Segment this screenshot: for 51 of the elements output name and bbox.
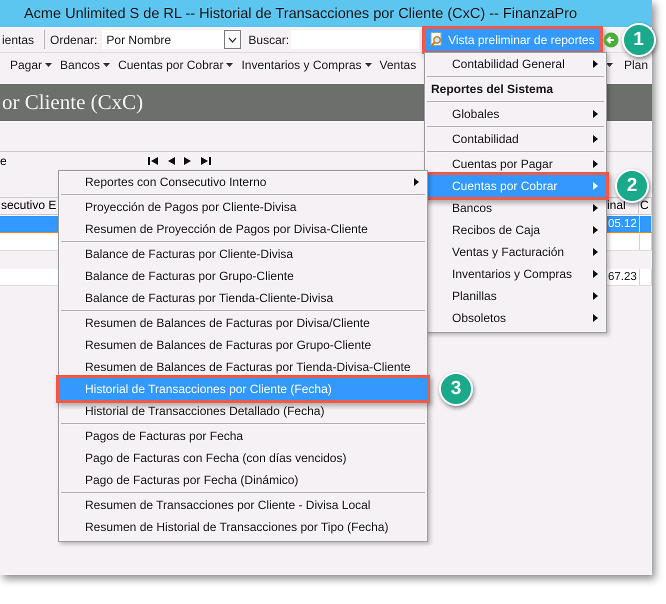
menu-item[interactable]: Historial de Transacciones Detallado (Fecha) bbox=[59, 400, 427, 422]
menu-item[interactable]: Globales bbox=[425, 103, 606, 125]
menu-bar-item[interactable]: Cuentas por Cobrar bbox=[118, 58, 234, 72]
menu-item[interactable]: Resumen de Balances de Facturas por Grupo-Cliente bbox=[59, 334, 427, 356]
menu-item[interactable]: Resumen de Balances de Facturas por Divisa/Cliente bbox=[59, 312, 427, 334]
last-page-icon[interactable] bbox=[200, 157, 211, 165]
menu-item[interactable]: Obsoletos bbox=[425, 307, 606, 329]
menu-item[interactable]: Pagos de Facturas por Fecha bbox=[59, 425, 427, 447]
search-field[interactable] bbox=[291, 30, 420, 49]
dropdown-button[interactable] bbox=[224, 30, 242, 49]
menu-bar-item[interactable]: Inventarios y Compras bbox=[241, 58, 372, 72]
menu-item[interactable]: Ventas y Facturación bbox=[425, 241, 606, 263]
menu-section-header: Reportes del Sistema bbox=[430, 81, 554, 98]
navigator-label: e bbox=[0, 154, 7, 168]
menu-item[interactable]: Balance de Facturas por Cliente-Divisa bbox=[59, 243, 427, 265]
search-label: Buscar: bbox=[248, 32, 290, 46]
report-title: or Cliente (CxC) bbox=[1, 90, 144, 115]
menu-item[interactable]: Cuentas por Pagar bbox=[425, 153, 606, 175]
sort-field[interactable]: Por Nombre bbox=[102, 30, 242, 49]
menu-item[interactable]: Pago de Facturas por Fecha (Dinámico) bbox=[59, 469, 427, 491]
step-badge: 3 bbox=[439, 372, 473, 406]
chevron-down-icon bbox=[228, 36, 238, 42]
menu-item[interactable]: Inventarios y Compras bbox=[425, 263, 606, 285]
previous-icon[interactable] bbox=[166, 157, 175, 165]
menu-bar-item[interactable]: Ventas bbox=[380, 58, 416, 72]
menu-item[interactable]: Balance de Facturas por Grupo-Cliente bbox=[59, 265, 427, 287]
menu-item[interactable]: Proyección de Pagos por Cliente-Divisa bbox=[59, 196, 427, 218]
menu-bar-item[interactable]: Pagar bbox=[10, 58, 52, 72]
toolbar-label: ientas bbox=[2, 32, 34, 46]
table-cell: 05.12 bbox=[608, 218, 637, 230]
menu-item[interactable]: Pago de Facturas con Fecha (con días vencidos) bbox=[59, 447, 427, 469]
menu-bar-item[interactable]: Plan bbox=[624, 58, 648, 72]
menu-item[interactable]: Bancos bbox=[425, 197, 606, 219]
menu-item[interactable]: Resumen de Proyección de Pagos por Divisa-Cliente bbox=[59, 218, 427, 240]
sort-label: Ordenar: bbox=[50, 32, 98, 46]
next-icon[interactable] bbox=[184, 157, 192, 165]
menu-item[interactable]: Contabilidad General bbox=[425, 53, 606, 75]
menu-item[interactable]: Recibos de Caja bbox=[425, 219, 606, 241]
menu-item[interactable]: Balance de Facturas por Tienda-Cliente-Divisa bbox=[59, 287, 427, 309]
menu-item[interactable]: Resumen de Historial de Transacciones por Tipo (Fecha) bbox=[59, 516, 427, 538]
menu-item[interactable]: Contabilidad bbox=[425, 128, 606, 150]
menu-item[interactable]: Resumen de Balances de Facturas por Tienda-Divisa-Cliente bbox=[59, 356, 427, 378]
menu-item[interactable]: Resumen de Transacciones por Cliente - Divisa Local bbox=[59, 494, 427, 516]
menu-item[interactable]: Reportes con Consecutivo Interno bbox=[59, 171, 427, 193]
first-page-icon[interactable] bbox=[148, 157, 158, 165]
menu-bar-item[interactable]: Bancos bbox=[60, 58, 110, 72]
window-title: Acme Unlimited S de RL -- Historial de Transacciones por Cliente (CxC) -- FinanzaPro bbox=[24, 6, 578, 22]
table-cell: 67.23 bbox=[608, 271, 637, 283]
report-preview-icon bbox=[430, 32, 444, 47]
menu-item[interactable]: Planillas bbox=[425, 285, 606, 307]
step-badge: 1 bbox=[622, 22, 656, 56]
